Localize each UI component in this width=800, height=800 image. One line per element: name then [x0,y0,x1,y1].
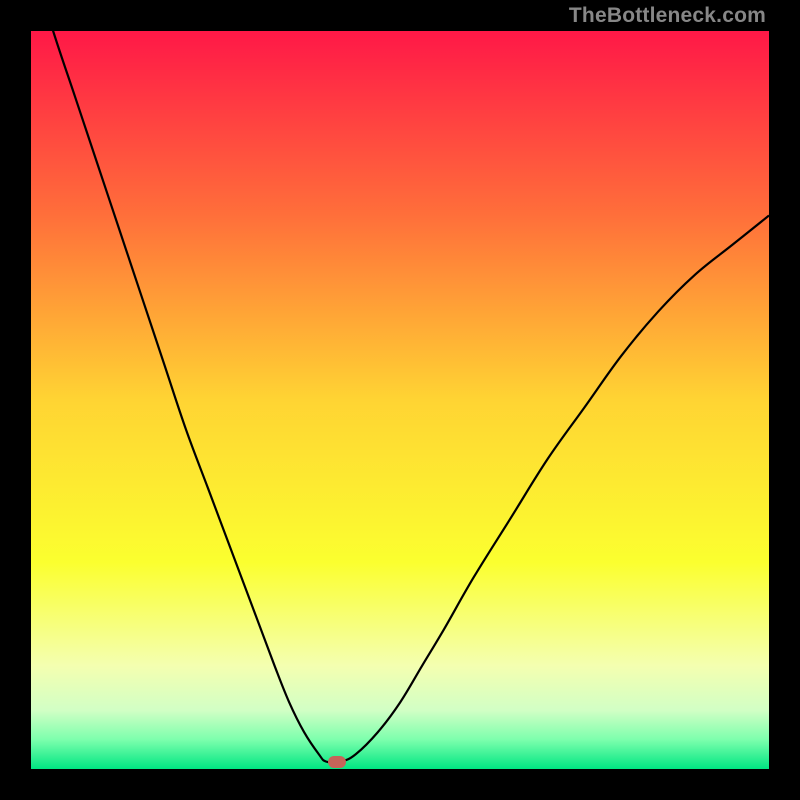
optimal-point-marker [328,756,346,768]
watermark-text: TheBottleneck.com [569,4,766,28]
bottleneck-chart: TheBottleneck.com [0,0,800,800]
background-gradient [31,31,769,769]
plot-area [31,31,769,769]
